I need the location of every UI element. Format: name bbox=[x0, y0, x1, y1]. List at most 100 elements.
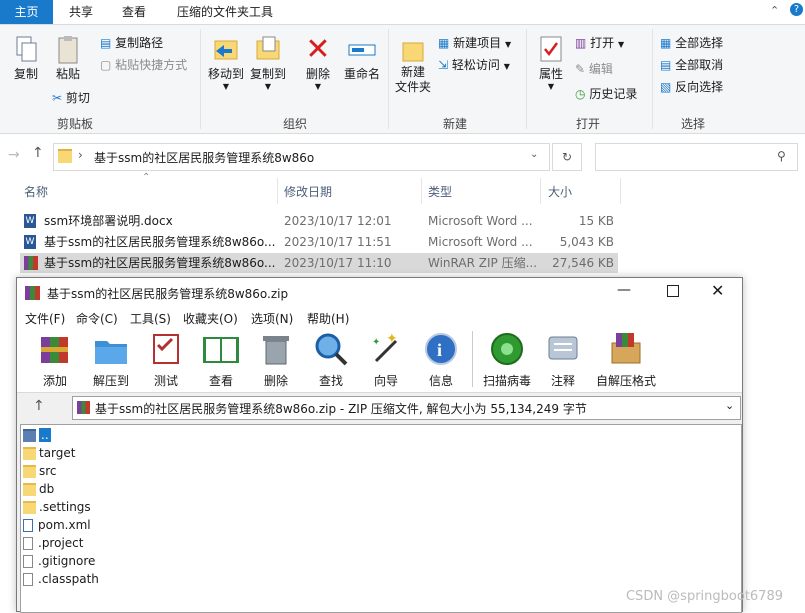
file-icon bbox=[23, 537, 33, 550]
menu-options[interactable]: 选项(N) bbox=[251, 310, 293, 327]
help-icon[interactable]: ? bbox=[790, 3, 803, 16]
close-icon[interactable]: ✕ bbox=[711, 281, 724, 300]
open-button[interactable]: ▥ 打开 ▼ bbox=[575, 34, 624, 51]
properties-button[interactable]: 属性 ▼ bbox=[533, 35, 569, 91]
list-item[interactable]: .classpath bbox=[23, 570, 99, 588]
chevron-down-icon[interactable]: ⌄ bbox=[725, 399, 734, 412]
folder-icon bbox=[23, 483, 36, 496]
file-row[interactable]: W 基于ssm的社区居民服务管理系统8w86o... 2023/10/17 11… bbox=[20, 232, 618, 252]
copy-path-button[interactable]: ▤ 复制路径 bbox=[100, 34, 163, 51]
path-icon: ▤ bbox=[100, 36, 112, 50]
chevron-up-icon[interactable]: ⌃ bbox=[770, 4, 779, 17]
new-item-button[interactable]: ▦ 新建项目 ▼ bbox=[438, 34, 511, 51]
refresh-icon: ↻ bbox=[561, 150, 573, 164]
menu-help[interactable]: 帮助(H) bbox=[307, 310, 349, 327]
column-size[interactable]: 大小 bbox=[548, 181, 572, 203]
chevron-down-icon[interactable]: ⌄ bbox=[530, 149, 538, 160]
navigation-pane[interactable] bbox=[0, 182, 6, 602]
up-arrow-icon[interactable]: ↑ bbox=[32, 145, 44, 161]
file-row-selected[interactable]: 基于ssm的社区居民服务管理系统8w86o... 2023/10/17 11:1… bbox=[20, 253, 618, 273]
move-to-button[interactable]: 移动到 ▼ bbox=[206, 35, 246, 91]
copy-button[interactable]: 复制 bbox=[6, 35, 46, 82]
select-all-button[interactable]: ▦ 全部选择 bbox=[660, 34, 723, 51]
file-icon bbox=[23, 573, 33, 586]
group-label-select: 选择 bbox=[680, 117, 705, 131]
new-folder-button[interactable]: 新建 文件夹 bbox=[393, 35, 433, 95]
menu-commands[interactable]: 命令(C) bbox=[76, 310, 118, 327]
winrar-archive-icon bbox=[24, 256, 38, 270]
paste-button[interactable]: 粘贴 bbox=[48, 35, 88, 82]
ribbon-divider bbox=[388, 29, 389, 129]
winrar-titlebar[interactable]: 基于ssm的社区居民服务管理系统8w86o.zip — ✕ bbox=[17, 278, 742, 308]
search-input[interactable]: ⚲ bbox=[595, 143, 798, 171]
up-arrow-icon[interactable]: ↑ bbox=[33, 398, 45, 414]
chevron-down-icon: ▼ bbox=[547, 82, 555, 91]
menu-tools[interactable]: 工具(S) bbox=[130, 310, 171, 327]
column-type[interactable]: 类型 bbox=[428, 181, 452, 203]
column-divider[interactable] bbox=[540, 178, 541, 204]
test-button[interactable]: 测试 bbox=[138, 331, 194, 389]
maximize-icon[interactable] bbox=[667, 285, 679, 297]
extract-to-button[interactable]: 解压到 bbox=[83, 331, 139, 389]
address-bar[interactable]: › 基于ssm的社区居民服务管理系统8w86o ⌄ bbox=[53, 143, 550, 171]
rename-button[interactable]: 重命名 bbox=[340, 35, 384, 82]
chevron-down-icon: ▼ bbox=[503, 62, 510, 71]
add-button[interactable]: 添加 bbox=[27, 331, 83, 389]
chevron-down-icon: ▼ bbox=[222, 82, 230, 91]
column-divider[interactable] bbox=[421, 178, 422, 204]
chevron-down-icon: ▼ bbox=[314, 82, 322, 91]
info-button[interactable]: i 信息 bbox=[413, 331, 469, 389]
history-button[interactable]: ◷ 历史记录 bbox=[575, 85, 637, 102]
delete-button[interactable]: ✕ 删除 ▼ bbox=[298, 35, 338, 92]
scan-virus-button[interactable]: 扫描病毒 bbox=[477, 331, 537, 389]
list-item[interactable]: target bbox=[23, 444, 76, 462]
winrar-toolbar: 添加 解压到 测试 查看 删除 查找 ✦ ✦ 向导 i 信息 扫描病毒 注释 自… bbox=[17, 329, 742, 392]
winrar-window[interactable]: 基于ssm的社区居民服务管理系统8w86o.zip — ✕ 文件(F) 命令(C… bbox=[16, 277, 743, 613]
list-item[interactable]: pom.xml bbox=[23, 516, 91, 534]
tab-compressed-tools[interactable]: 压缩的文件夹工具 bbox=[165, 0, 285, 24]
select-none-button[interactable]: ▤ 全部取消 bbox=[660, 56, 723, 73]
view-button[interactable]: 查看 bbox=[193, 331, 249, 389]
find-button[interactable]: 查找 bbox=[303, 331, 359, 389]
winrar-delete-button[interactable]: 删除 bbox=[248, 331, 304, 389]
back-arrow-icon[interactable]: → bbox=[8, 147, 20, 163]
column-divider[interactable] bbox=[620, 178, 621, 204]
edit-button[interactable]: ✎ 编辑 bbox=[575, 60, 613, 77]
paste-shortcut-button[interactable]: ▢ 粘贴快捷方式 bbox=[100, 56, 187, 73]
easy-access-icon: ⇲ bbox=[438, 58, 449, 72]
column-date[interactable]: 修改日期 bbox=[284, 181, 332, 203]
column-divider[interactable] bbox=[277, 178, 278, 204]
move-folder-icon bbox=[214, 40, 238, 60]
refresh-button[interactable]: ↻ bbox=[552, 143, 582, 171]
ribbon-divider bbox=[200, 29, 201, 129]
comment-button[interactable]: 注释 bbox=[535, 331, 591, 389]
list-item[interactable]: .project bbox=[23, 534, 83, 552]
cut-button[interactable]: ✂ 剪切 bbox=[52, 89, 90, 106]
wizard-button[interactable]: ✦ ✦ 向导 bbox=[358, 331, 414, 389]
menu-favorites[interactable]: 收藏夹(O) bbox=[183, 310, 238, 327]
file-row[interactable]: W ssm环境部署说明.docx 2023/10/17 12:01 Micros… bbox=[20, 211, 618, 231]
xml-file-icon bbox=[23, 519, 33, 532]
menu-file[interactable]: 文件(F) bbox=[25, 310, 65, 327]
invert-selection-button[interactable]: ▧ 反向选择 bbox=[660, 78, 723, 95]
wizard-wand-icon: ✦✦ bbox=[372, 331, 398, 363]
copy-to-button[interactable]: 复制到 ▼ bbox=[248, 35, 288, 91]
winrar-path-bar: ↑ 基于ssm的社区居民服务管理系统8w86o.zip - ZIP 压缩文件, … bbox=[17, 392, 742, 423]
ribbon-tabs: 主页 共享 查看 压缩的文件夹工具 ⌃ ? bbox=[0, 0, 805, 25]
column-name[interactable]: 名称 bbox=[24, 181, 48, 203]
list-item[interactable]: .. bbox=[23, 426, 51, 444]
archive-path-field[interactable]: 基于ssm的社区居民服务管理系统8w86o.zip - ZIP 压缩文件, 解包… bbox=[72, 396, 741, 420]
easy-access-button[interactable]: ⇲ 轻松访问 ▼ bbox=[438, 56, 510, 73]
tab-home[interactable]: 主页 bbox=[0, 0, 53, 24]
svg-text:✦: ✦ bbox=[386, 331, 398, 347]
file-icon bbox=[23, 555, 33, 568]
sfx-button[interactable]: 自解压格式 bbox=[593, 331, 659, 389]
archive-file-list[interactable]: .. target src db .settings pom.xml .proj… bbox=[20, 424, 742, 613]
list-item[interactable]: .settings bbox=[23, 498, 91, 516]
minimize-icon[interactable]: — bbox=[617, 282, 631, 298]
tab-share[interactable]: 共享 bbox=[56, 0, 106, 24]
list-item[interactable]: db bbox=[23, 480, 54, 498]
list-item[interactable]: src bbox=[23, 462, 57, 480]
tab-view[interactable]: 查看 bbox=[110, 0, 158, 24]
list-item[interactable]: .gitignore bbox=[23, 552, 95, 570]
